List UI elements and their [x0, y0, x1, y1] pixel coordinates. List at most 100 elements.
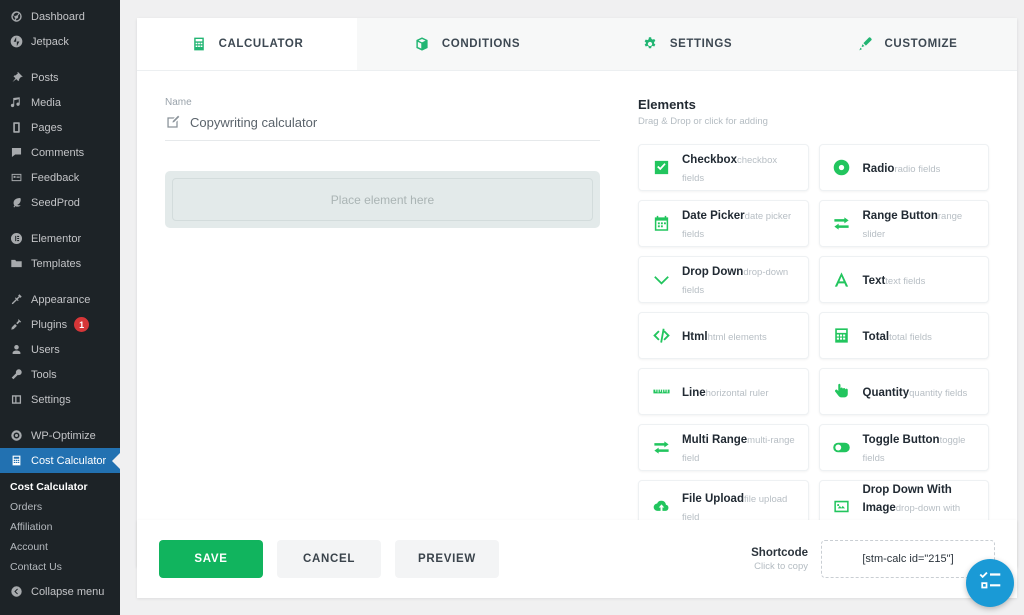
submenu-item-affiliation[interactable]: Affiliation	[0, 517, 120, 537]
element-name: Quantity	[862, 386, 910, 399]
radio-icon	[832, 158, 852, 178]
element-name: Total	[862, 330, 890, 343]
cancel-button[interactable]: CANCEL	[277, 540, 381, 578]
comments-icon	[9, 145, 24, 160]
element-dropzone[interactable]: Place element here	[165, 171, 600, 228]
submenu-item-orders[interactable]: Orders	[0, 497, 120, 517]
sidebar-item-label: Media	[31, 96, 61, 109]
sidebar-item-dashboard[interactable]: Dashboard	[0, 4, 120, 29]
wp-optimize-icon	[9, 428, 24, 443]
shortcode-title: Shortcode	[751, 546, 808, 559]
element-card-text[interactable]: Texttext fields	[818, 256, 989, 303]
tab-label: CONDITIONS	[441, 38, 521, 50]
text-a-icon	[832, 270, 852, 290]
wp-admin-sidebar: Dashboard Jetpack Posts Media Pages Comm…	[0, 0, 120, 615]
submenu-item-contact-us[interactable]: Contact Us	[0, 557, 120, 577]
range-arrows-icon	[651, 438, 671, 458]
element-desc: horizontal ruler	[705, 387, 769, 399]
sidebar-item-users[interactable]: Users	[0, 337, 120, 362]
sidebar-item-jetpack[interactable]: Jetpack	[0, 29, 120, 54]
box-icon	[414, 36, 431, 53]
tab-label: CALCULATOR	[218, 38, 304, 50]
element-name: Toggle Button	[862, 433, 940, 446]
sidebar-item-settings[interactable]: Settings	[0, 387, 120, 412]
templates-icon	[9, 256, 24, 271]
elements-title: Elements	[638, 97, 696, 112]
media-icon	[9, 95, 24, 110]
name-field-label: Name	[165, 97, 192, 108]
sidebar-item-label: Tools	[31, 368, 57, 381]
cloud-upload-icon	[651, 497, 671, 517]
element-card-drop-down[interactable]: Drop Downdrop-down fields	[638, 256, 809, 303]
calculator-name-field[interactable]: Copywriting calculator	[165, 114, 600, 141]
chevron-down-icon	[651, 270, 671, 290]
element-card-quantity[interactable]: Quantityquantity fields	[818, 368, 989, 415]
panel-body: Name Copywriting calculator Place elemen…	[137, 71, 1017, 567]
edit-pencil-icon	[165, 114, 181, 130]
element-name: Date Picker	[682, 209, 745, 222]
element-card-total[interactable]: Totaltotal fields	[818, 312, 989, 359]
code-icon	[651, 326, 671, 346]
sidebar-item-appearance[interactable]: Appearance	[0, 287, 120, 312]
element-desc: radio fields	[894, 163, 941, 175]
sidebar-item-label: Posts	[31, 71, 59, 84]
sidebar-item-plugins[interactable]: Plugins 1	[0, 312, 120, 337]
element-card-radio[interactable]: Radioradio fields	[818, 144, 989, 191]
sidebar-item-templates[interactable]: Templates	[0, 251, 120, 276]
pages-icon	[9, 120, 24, 135]
feedback-icon	[9, 170, 24, 185]
wordpress-admin-screen: Dashboard Jetpack Posts Media Pages Comm…	[0, 0, 1024, 615]
element-card-multi-range[interactable]: Multi Rangemulti-range field	[638, 424, 809, 471]
shortcode-label-group: Shortcode Click to copy	[751, 547, 808, 572]
submenu-item-account[interactable]: Account	[0, 537, 120, 557]
element-card-date-picker[interactable]: Date Pickerdate picker fields	[638, 200, 809, 247]
sidebar-item-label: Jetpack	[31, 35, 69, 48]
submenu-item-cost-calculator[interactable]: Cost Calculator	[0, 477, 120, 497]
collapse-menu-label: Collapse menu	[31, 585, 105, 598]
tools-icon	[9, 367, 24, 382]
calculator-panel: CALCULATOR CONDITIONS SETTINGS CUSTOMIZE	[137, 18, 1017, 567]
tab-customize[interactable]: CUSTOMIZE	[797, 18, 1017, 70]
tab-conditions[interactable]: CONDITIONS	[357, 18, 577, 70]
sidebar-item-label: Appearance	[31, 293, 91, 306]
sidebar-item-label: Pages	[31, 121, 63, 134]
sidebar-item-media[interactable]: Media	[0, 90, 120, 115]
elements-subtitle: Drag & Drop or click for adding	[638, 116, 768, 127]
sidebar-item-cost-calculator[interactable]: Cost Calculator	[0, 448, 120, 473]
range-arrows-icon	[832, 214, 852, 234]
element-card-html[interactable]: Htmlhtml elements	[638, 312, 809, 359]
tasks-fab-button[interactable]	[966, 559, 1014, 607]
tab-settings[interactable]: SETTINGS	[577, 18, 797, 70]
cost-calculator-icon	[9, 453, 24, 468]
element-name: Radio	[862, 162, 895, 175]
sidebar-item-label: Settings	[31, 393, 71, 406]
tab-calculator[interactable]: CALCULATOR	[137, 18, 357, 70]
elementor-icon	[9, 231, 24, 246]
element-card-line[interactable]: Linehorizontal ruler	[638, 368, 809, 415]
sidebar-item-label: SeedProd	[31, 196, 80, 209]
element-card-range-button[interactable]: Range Buttonrange slider	[818, 200, 989, 247]
sidebar-item-label: WP-Optimize	[31, 429, 96, 442]
save-button[interactable]: SAVE	[159, 540, 263, 578]
sidebar-item-comments[interactable]: Comments	[0, 140, 120, 165]
calendar-icon	[651, 214, 671, 234]
sidebar-item-elementor[interactable]: Elementor	[0, 226, 120, 251]
sidebar-item-pages[interactable]: Pages	[0, 115, 120, 140]
element-card-toggle-button[interactable]: Toggle Buttontoggle fields	[818, 424, 989, 471]
preview-button[interactable]: PREVIEW	[395, 540, 499, 578]
element-card-checkbox[interactable]: Checkboxcheckbox fields	[638, 144, 809, 191]
element-name: Checkbox	[682, 153, 737, 166]
dashboard-icon	[9, 9, 24, 24]
sidebar-item-seedprod[interactable]: SeedProd	[0, 190, 120, 215]
sidebar-item-tools[interactable]: Tools	[0, 362, 120, 387]
main-content: CALCULATOR CONDITIONS SETTINGS CUSTOMIZE	[120, 0, 1024, 615]
sidebar-item-label: Dashboard	[31, 10, 85, 23]
ruler-icon	[651, 382, 671, 402]
collapse-menu-button[interactable]: Collapse menu	[0, 584, 120, 599]
element-name: Text	[862, 274, 886, 287]
sidebar-item-wp-optimize[interactable]: WP-Optimize	[0, 423, 120, 448]
sidebar-item-feedback[interactable]: Feedback	[0, 165, 120, 190]
sidebar-item-posts[interactable]: Posts	[0, 65, 120, 90]
element-desc: html elements	[707, 331, 767, 343]
hand-pointer-icon	[832, 382, 852, 402]
